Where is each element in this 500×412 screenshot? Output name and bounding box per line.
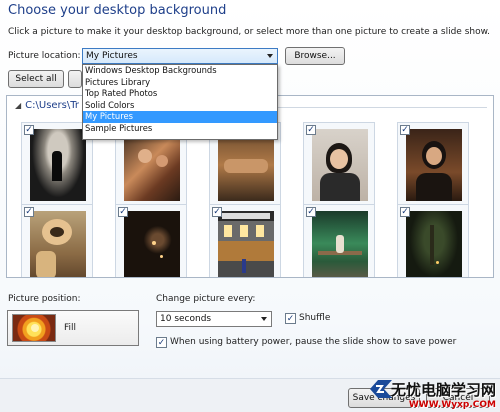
dropdown-option-solid-colors[interactable]: Solid Colors	[83, 100, 277, 112]
picture-checkbox[interactable]: ✓	[118, 207, 128, 217]
watermark-url: WWW.Wyxp.COM	[408, 400, 496, 410]
change-interval-select[interactable]: 10 seconds	[156, 311, 272, 327]
dropdown-option-windows-backgrounds[interactable]: Windows Desktop Backgrounds	[83, 65, 277, 77]
picture-location-select[interactable]: My Pictures	[82, 48, 278, 64]
chevron-down-icon	[267, 54, 273, 58]
shuffle-checkbox[interactable]: ✓	[285, 313, 296, 324]
group-header[interactable]: ◢ C:\Users\Tr	[15, 100, 79, 111]
picture-location-value: My Pictures	[86, 51, 138, 61]
collapse-arrow-icon[interactable]: ◢	[15, 101, 21, 110]
clear-all-button[interactable]	[68, 70, 82, 88]
fill-preview-icon	[12, 314, 56, 342]
browse-button[interactable]: Browse...	[285, 47, 345, 65]
chevron-down-icon	[261, 317, 267, 321]
dropdown-option-top-rated[interactable]: Top Rated Photos	[83, 88, 277, 100]
picture-checkbox[interactable]: ✓	[400, 125, 410, 135]
picture-thumbnail	[406, 129, 462, 201]
picture-position-value: Fill	[64, 323, 77, 333]
select-all-button[interactable]: Select all	[8, 70, 64, 88]
dropdown-option-pictures-library[interactable]: Pictures Library	[83, 77, 277, 89]
picture-thumbnail	[218, 211, 274, 277]
page-title: Choose your desktop background	[8, 3, 227, 18]
picture-checkbox[interactable]: ✓	[306, 207, 316, 217]
picture-tile[interactable]: ✓	[303, 122, 375, 210]
picture-checkbox[interactable]: ✓	[306, 125, 316, 135]
picture-position-select[interactable]: Fill	[7, 310, 139, 346]
battery-pause-label: When using battery power, pause the slid…	[170, 337, 457, 347]
picture-checkbox[interactable]: ✓	[24, 125, 34, 135]
watermark-logo-icon	[370, 380, 392, 398]
page-subtitle: Click a picture to make it your desktop …	[8, 27, 491, 37]
change-interval-label: Change picture every:	[156, 294, 256, 304]
picture-thumbnail	[312, 129, 368, 201]
picture-thumbnail	[30, 129, 86, 201]
watermark-title: 无忧电脑学习网	[390, 381, 496, 399]
picture-checkbox[interactable]: ✓	[24, 207, 34, 217]
picture-position-label: Picture position:	[8, 294, 81, 304]
dropdown-option-sample-pictures[interactable]: Sample Pictures	[83, 123, 277, 135]
picture-thumbnail	[30, 211, 86, 277]
shuffle-label: Shuffle	[299, 313, 331, 323]
picture-tile[interactable]: ✓	[303, 204, 375, 277]
picture-tile[interactable]: ✓	[115, 204, 187, 277]
group-path: C:\Users\Tr	[25, 100, 79, 111]
picture-thumbnail	[406, 211, 462, 277]
change-interval-value: 10 seconds	[160, 314, 212, 324]
picture-tile[interactable]: ✓	[209, 204, 281, 277]
picture-tile[interactable]: ✓	[21, 204, 93, 277]
dropdown-option-my-pictures[interactable]: My Pictures	[83, 111, 277, 123]
picture-checkbox[interactable]: ✓	[400, 207, 410, 217]
picture-checkbox[interactable]: ✓	[212, 207, 222, 217]
picture-location-label: Picture location:	[8, 51, 81, 61]
picture-tile[interactable]: ✓	[397, 204, 469, 277]
picture-tile[interactable]: ✓	[397, 122, 469, 210]
picture-thumbnail	[312, 211, 368, 277]
picture-thumbnail	[124, 211, 180, 277]
battery-pause-checkbox[interactable]: ✓	[156, 337, 167, 348]
picture-location-dropdown: Windows Desktop Backgrounds Pictures Lib…	[82, 64, 278, 140]
